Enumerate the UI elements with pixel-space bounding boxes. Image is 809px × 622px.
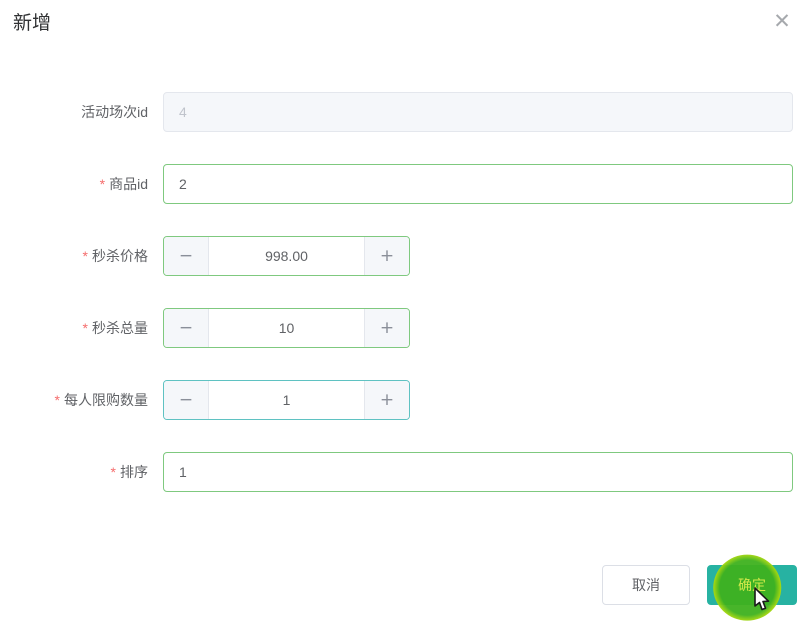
seckill-price-stepper: − + (163, 236, 410, 276)
field-label-text: 商品id (109, 176, 148, 192)
seckill-price-input[interactable] (209, 237, 364, 275)
required-asterisk: * (82, 248, 88, 264)
dialog-footer: 取消 确定 (0, 554, 797, 621)
field-label: * 秒杀总量 (0, 308, 148, 348)
required-asterisk: * (99, 176, 106, 192)
field-label-text: 排序 (120, 464, 148, 480)
increase-icon[interactable]: + (364, 237, 409, 275)
close-icon[interactable]: ✕ (769, 8, 795, 34)
form-row-seckill-price: *秒杀价格 − + (0, 236, 793, 276)
increase-icon[interactable]: + (364, 309, 409, 347)
activity-session-id-input (163, 92, 793, 132)
purchase-limit-stepper: − + (163, 380, 410, 420)
increase-icon[interactable]: + (364, 381, 409, 419)
decrease-icon[interactable]: − (164, 381, 209, 419)
field-label-text: 每人限购数量 (64, 392, 148, 408)
field-label: * 排序 (0, 452, 148, 492)
seckill-total-input[interactable] (209, 309, 364, 347)
confirm-button-label: 确定 (738, 577, 766, 593)
form-row-purchase-limit: *每人限购数量 − + (0, 380, 793, 420)
product-id-input[interactable] (163, 164, 793, 204)
field-label: 活动场次id (0, 92, 148, 132)
field-label-text: 秒杀总量 (92, 320, 148, 336)
field-label: * 秒杀价格 (0, 236, 148, 276)
required-asterisk: * (110, 464, 116, 480)
sort-input[interactable] (163, 452, 793, 492)
form-row-sort: * 排序 (0, 452, 793, 492)
field-label-text: 秒杀价格 (92, 248, 148, 264)
dialog-header: 新增 ✕ (0, 0, 809, 54)
seckill-total-stepper: − + (163, 308, 410, 348)
field-label: * 每人限购数量 (0, 380, 148, 420)
field-label-text: 活动场次id (81, 104, 148, 120)
dialog-title: 新增 (13, 13, 52, 34)
required-asterisk: * (82, 320, 88, 336)
purchase-limit-input[interactable] (209, 381, 364, 419)
form-row-product-id: * 商品id (0, 164, 793, 204)
decrease-icon[interactable]: − (164, 237, 209, 275)
field-label: * 商品id (0, 164, 148, 204)
add-dialog: 新增 ✕ 活动场次id *商品id *秒杀价格 − + (0, 0, 809, 622)
required-asterisk: * (54, 392, 60, 408)
form-row-seckill-total: *秒杀总量 − + (0, 308, 793, 348)
confirm-button[interactable]: 确定 (707, 554, 797, 621)
form-row-activity-session-id: 活动场次id (0, 92, 793, 132)
cancel-button[interactable]: 取消 (602, 565, 690, 605)
decrease-icon[interactable]: − (164, 309, 209, 347)
add-form: 活动场次id *商品id *秒杀价格 − + *秒杀总量 (0, 92, 793, 524)
